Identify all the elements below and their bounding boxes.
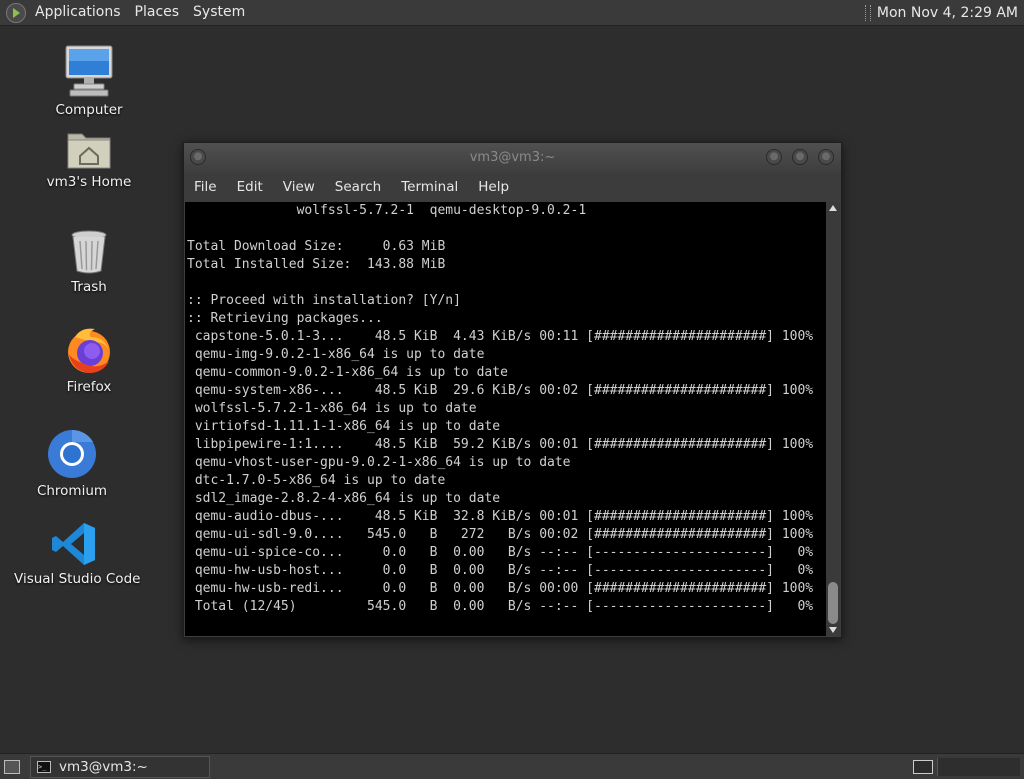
terminal-line: libpipewire-1:1.... 48.5 KiB 59.2 KiB/s … (187, 437, 814, 452)
show-desktop-icon[interactable] (4, 759, 20, 774)
terminal-line: dtc-1.7.0-5-x86_64 is up to date (187, 473, 446, 488)
menu-terminal[interactable]: Terminal (391, 179, 468, 195)
terminal-line: sdl2_image-2.8.2-4-x86_64 is up to date (187, 491, 501, 506)
computer-icon (64, 44, 114, 98)
desktop-icon-home[interactable]: vm3's Home (29, 128, 149, 190)
terminal-line: wolfssl-5.7.2-1 qemu-desktop-9.0.2-1 (187, 203, 587, 218)
desktop-icon-firefox[interactable]: Firefox (29, 325, 149, 395)
menu-edit[interactable]: Edit (227, 179, 273, 195)
taskbar-window-button[interactable]: >_ vm3@vm3:~ (30, 755, 210, 778)
terminal-line: qemu-hw-usb-redi... 0.0 B 0.00 B/s 00:00… (187, 581, 814, 596)
desktop-icon-label: Visual Studio Code (14, 571, 141, 587)
terminal-scrollbar[interactable] (826, 202, 840, 636)
menu-view[interactable]: View (273, 179, 325, 195)
terminal-line: Total Download Size: 0.63 MiB (187, 239, 446, 254)
top-panel: Applications Places System Mon Nov 4, 2:… (0, 0, 1024, 26)
clock[interactable]: Mon Nov 4, 2:29 AM (877, 5, 1024, 21)
desktop-icon-trash[interactable]: Trash (29, 229, 149, 295)
minimize-button[interactable] (766, 149, 782, 165)
terminal-line: qemu-system-x86-... 48.5 KiB 29.6 KiB/s … (187, 383, 814, 398)
terminal-icon: >_ (37, 760, 51, 773)
desktop-icon-chromium[interactable]: Chromium (12, 429, 132, 499)
workspace-area[interactable] (937, 757, 1020, 776)
firefox-icon (65, 325, 113, 375)
menu-help[interactable]: Help (468, 179, 519, 195)
terminal-line: qemu-vhost-user-gpu-9.0.2-1-x86_64 is up… (187, 455, 571, 470)
bottom-panel: >_ vm3@vm3:~ (0, 753, 1024, 779)
home-folder-icon (66, 128, 112, 170)
menu-places[interactable]: Places (128, 0, 187, 25)
panel-separator (864, 4, 871, 21)
terminal-line: Total Installed Size: 143.88 MiB (187, 257, 446, 272)
terminal-line: qemu-ui-spice-co... 0.0 B 0.00 B/s --:--… (187, 545, 814, 560)
terminal-line: Total (12/45) 545.0 B 0.00 B/s --:-- [--… (187, 599, 814, 614)
terminal-menubar: File Edit View Search Terminal Help (184, 173, 841, 201)
terminal-line: qemu-ui-sdl-9.0.... 545.0 B 272 B/s 00:0… (187, 527, 814, 542)
terminal-line: virtiofsd-1.11.1-1-x86_64 is up to date (187, 419, 501, 434)
vscode-icon (51, 521, 97, 567)
terminal-line: qemu-common-9.0.2-1-x86_64 is up to date (187, 365, 508, 380)
window-title: vm3@vm3:~ (469, 150, 556, 165)
terminal-line: wolfssl-5.7.2-1-x86_64 is up to date (187, 401, 477, 416)
terminal-output[interactable]: wolfssl-5.7.2-1 qemu-desktop-9.0.2-1 Tota… (185, 202, 826, 636)
terminal-window[interactable]: vm3@vm3:~ File Edit View Search Terminal… (183, 142, 842, 638)
desktop-icon-label: Computer (55, 102, 123, 118)
terminal-line: qemu-audio-dbus-... 48.5 KiB 32.8 KiB/s … (187, 509, 814, 524)
applications-logo-icon[interactable] (6, 2, 26, 23)
close-button[interactable] (818, 149, 834, 165)
menu-applications[interactable]: Applications (28, 0, 128, 25)
terminal-line: qemu-img-9.0.2-1-x86_64 is up to date (187, 347, 485, 362)
terminal-line: :: Retrieving packages... (187, 311, 383, 326)
desktop-icon-vscode[interactable]: Visual Studio Code (14, 521, 141, 587)
maximize-button[interactable] (792, 149, 808, 165)
menu-search[interactable]: Search (325, 179, 391, 195)
menu-file[interactable]: File (184, 179, 227, 195)
terminal-line: qemu-hw-usb-host... 0.0 B 0.00 B/s --:--… (187, 563, 814, 578)
menu-system[interactable]: System (186, 0, 252, 25)
taskbar-window-label: vm3@vm3:~ (59, 758, 148, 775)
desktop-icon-label: vm3's Home (46, 174, 132, 190)
desktop-icon-label: Trash (71, 279, 107, 295)
workspace-switcher[interactable] (913, 759, 933, 774)
terminal-line: capstone-5.0.1-3... 48.5 KiB 4.43 KiB/s … (187, 329, 814, 344)
chromium-icon (47, 429, 97, 479)
desktop-icon-label: Firefox (66, 379, 112, 395)
trash-icon (69, 229, 109, 275)
window-titlebar[interactable]: vm3@vm3:~ (184, 143, 841, 173)
scroll-down-arrow-icon[interactable] (829, 627, 837, 633)
desktop-icon-computer[interactable]: Computer (29, 44, 149, 118)
scroll-up-arrow-icon[interactable] (829, 205, 837, 211)
desktop-icon-label: Chromium (36, 483, 108, 499)
scrollbar-thumb[interactable] (828, 582, 838, 624)
terminal-line: :: Proceed with installation? [Y/n] (187, 293, 461, 308)
